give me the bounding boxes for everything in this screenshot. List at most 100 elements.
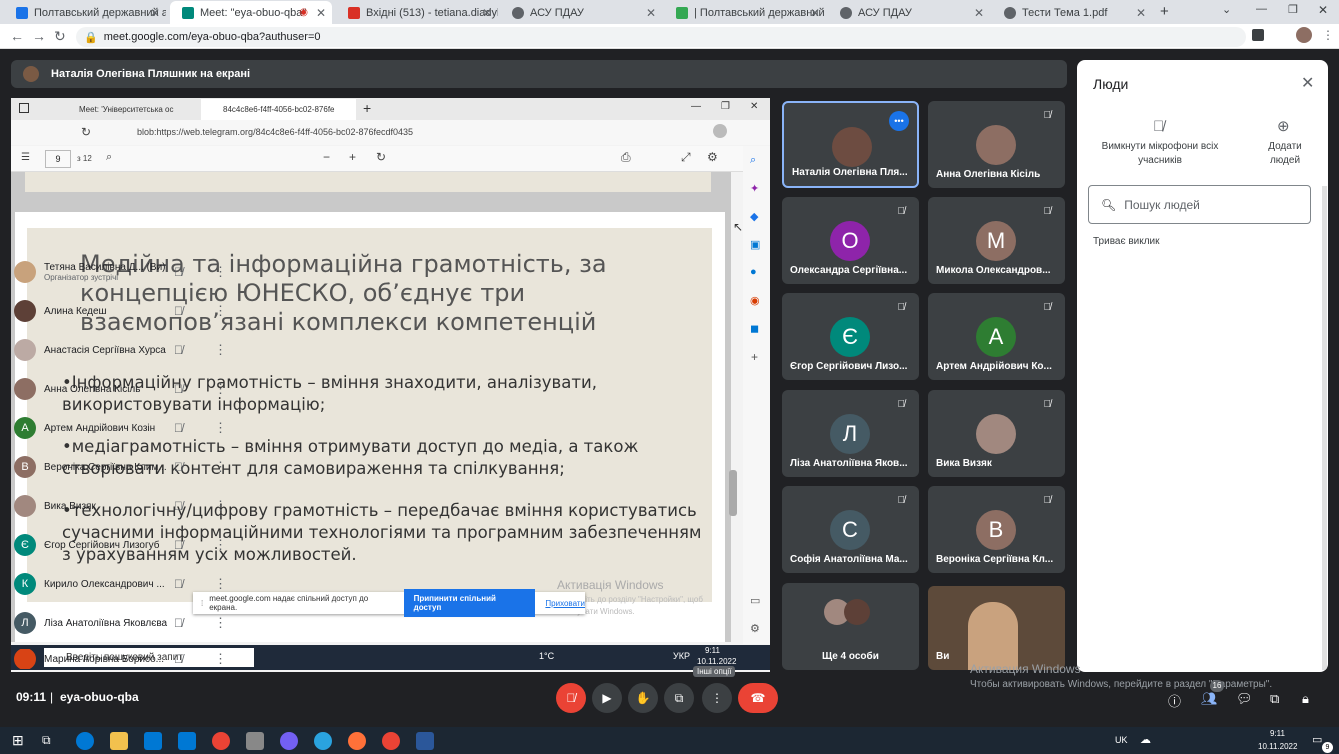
close-icon[interactable]: ✕ (482, 6, 492, 20)
browser-tab[interactable]: АСУ ПДАУ ✕ (828, 1, 990, 24)
store-icon[interactable] (144, 732, 162, 750)
participant-tile[interactable]: В 🎙̸ Вероніка Сергіївна Кл... (928, 486, 1065, 573)
viber-icon[interactable] (280, 732, 298, 750)
mute-all-button[interactable]: Вимкнути мікрофони всіх учасників (1097, 140, 1223, 168)
host-controls-icon[interactable]: 🔒︎ (1302, 691, 1309, 707)
mic-toggle-button[interactable]: 🎙̸ (556, 683, 586, 713)
self-view-tile[interactable]: Ви (928, 586, 1065, 670)
telegram-icon[interactable] (314, 732, 332, 750)
tab-search-icon[interactable]: ⌄ (1222, 3, 1231, 16)
more-vert-icon[interactable]: ⋮ (214, 459, 227, 475)
system-clock[interactable]: 9:11 (1270, 729, 1285, 738)
participant-tile[interactable]: ••• Наталія Олегівна Пля... (782, 101, 919, 188)
chrome-icon[interactable] (382, 732, 400, 750)
new-tab-button[interactable]: + (1160, 3, 1169, 20)
browser-tab[interactable]: АСУ ПДАУ ✕ (500, 1, 662, 24)
language-indicator[interactable]: UK (1115, 735, 1128, 745)
more-vert-icon[interactable]: ⋮ (214, 498, 227, 514)
close-icon[interactable]: ✕ (810, 6, 820, 20)
browser-tab[interactable]: | Полтавський державний агра✕ (664, 1, 826, 24)
app-icon[interactable] (246, 732, 264, 750)
more-options-icon[interactable]: ••• (889, 111, 909, 131)
mic-off-icon[interactable]: 🎙̸ (174, 577, 183, 591)
participant-tile[interactable]: О 🎙̸ Олександра Сергіївна... (782, 197, 919, 284)
back-icon[interactable]: ← (10, 28, 24, 44)
onedrive-icon[interactable]: ☁ (1140, 733, 1151, 746)
browser-tab-active[interactable]: Meet: "eya-obuo-qba" ◉ ✕ (170, 1, 332, 24)
more-options-button[interactable]: ⋮ (702, 683, 732, 713)
restore-button[interactable]: ❐ (1288, 3, 1298, 16)
close-icon[interactable]: ✕ (316, 6, 326, 20)
camera-toggle-button[interactable]: ▶ (592, 683, 622, 713)
chat-icon[interactable]: 💬︎ (1236, 691, 1253, 707)
forward-icon[interactable]: → (32, 28, 46, 44)
menu-icon[interactable]: ⋮ (1322, 28, 1334, 42)
reload-icon[interactable]: ↻ (54, 28, 66, 45)
system-date[interactable]: 10.11.2022 (1258, 742, 1297, 751)
more-vert-icon[interactable]: ⋮ (214, 651, 227, 667)
more-vert-icon[interactable]: ⋮ (214, 303, 227, 319)
notifications-icon[interactable]: ▭ (1312, 733, 1322, 746)
close-window-button[interactable]: ✕ (1318, 3, 1328, 17)
close-panel-button[interactable]: ✕ (1301, 73, 1314, 93)
participant-tile[interactable]: Є 🎙̸ Єгор Сергійович Лизо... (782, 293, 919, 380)
participant-row[interactable]: Алина Кедеш 🎙̸ ⋮ (14, 298, 236, 324)
participant-row[interactable]: Анастасія Сергіївна Хурса 🎙̸ ⋮ (14, 337, 236, 363)
mic-off-icon[interactable]: 🎙̸ (174, 460, 183, 474)
participant-tile[interactable]: А 🎙̸ Артем Андрійович Ко... (928, 293, 1065, 380)
mic-off-icon[interactable]: 🎙̸ (174, 421, 183, 435)
task-view-icon[interactable]: ⧉ (42, 733, 51, 748)
more-vert-icon[interactable]: ⋮ (214, 342, 227, 358)
add-people-button[interactable]: Додати людей (1263, 140, 1307, 168)
mic-off-icon[interactable]: 🎙̸ (174, 499, 183, 513)
raise-hand-button[interactable]: ✋ (628, 683, 658, 713)
firefox-icon[interactable] (348, 732, 366, 750)
participant-row[interactable]: А Артем Андрійович Козін 🎙̸ ⋮ (14, 415, 236, 441)
participant-tile[interactable]: Л 🎙̸ Ліза Анатоліївна Яков... (782, 390, 919, 477)
participant-row[interactable]: Тетяна Василівна Д... (Ви) Організатор зу… (14, 259, 236, 285)
mic-off-icon[interactable]: 🎙̸ (174, 538, 183, 552)
participant-row[interactable]: Марина Ігорівна Борисо... 🎙̸ ⋮ (14, 649, 236, 669)
word-icon[interactable] (416, 732, 434, 750)
mail-icon[interactable] (178, 732, 196, 750)
participant-row[interactable]: Вика Визяк 🎙̸ ⋮ (14, 493, 236, 519)
participant-row[interactable]: В Вероніка Сергіївна Клим... 🎙̸ ⋮ (14, 454, 236, 480)
mic-off-icon[interactable]: 🎙̸ (174, 343, 183, 357)
mic-off-icon[interactable]: 🎙̸ (174, 382, 183, 396)
close-icon[interactable]: ✕ (1136, 6, 1146, 20)
search-people-input[interactable]: 🔍︎ Пошук людей (1088, 185, 1311, 224)
edge-icon[interactable] (76, 732, 94, 750)
close-icon[interactable]: ✕ (974, 6, 984, 20)
browser-tab[interactable]: Полтавський державний аграр✕ (4, 1, 166, 24)
info-icon[interactable]: ⓘ (1168, 691, 1181, 710)
more-vert-icon[interactable]: ⋮ (214, 264, 227, 280)
file-explorer-icon[interactable] (110, 732, 128, 750)
profile-avatar[interactable] (1296, 27, 1312, 43)
more-participants-tile[interactable]: Ще 4 особи (782, 583, 919, 670)
more-vert-icon[interactable]: ⋮ (214, 420, 227, 436)
more-vert-icon[interactable]: ⋮ (214, 537, 227, 553)
leave-call-button[interactable]: ☎ (738, 683, 778, 713)
participant-tile[interactable]: 🎙̸ Вика Визяк (928, 390, 1065, 477)
windows-start-icon[interactable]: ⊞ (12, 732, 24, 749)
participant-tile[interactable]: М 🎙̸ Микола Олександров... (928, 197, 1065, 284)
participant-row[interactable]: Анна Олегівна Кісіль 🎙̸ ⋮ (14, 376, 236, 402)
people-icon[interactable]: 👥︎ (1201, 691, 1218, 707)
browser-tab[interactable]: Вхідні (513) - tetiana.diadyk@p✕ (336, 1, 498, 24)
close-icon[interactable]: ✕ (150, 6, 160, 20)
more-vert-icon[interactable]: ⋮ (214, 381, 227, 397)
minimize-button[interactable]: — (1256, 3, 1267, 15)
add-person-icon[interactable]: ⊕ (1277, 117, 1290, 135)
extensions-icon[interactable] (1252, 29, 1264, 41)
participant-row[interactable]: Л Ліза Анатоліївна Яковлєва 🎙̸ ⋮ (14, 610, 236, 636)
close-icon[interactable]: ✕ (646, 6, 656, 20)
participant-row[interactable]: К Кирило Олександрович ... 🎙̸ ⋮ (14, 571, 236, 597)
participant-tile[interactable]: 🎙̸ Анна Олегівна Кісіль (928, 101, 1065, 188)
present-button[interactable]: ⧉ (664, 683, 694, 713)
mic-off-icon[interactable]: 🎙̸ (174, 616, 183, 630)
mic-off-icon[interactable]: 🎙̸ (174, 304, 183, 318)
more-vert-icon[interactable]: ⋮ (214, 615, 227, 631)
mic-off-icon[interactable]: 🎙̸ (174, 265, 183, 279)
participant-tile[interactable]: С 🎙̸ Софія Анатоліївна Ма... (782, 486, 919, 573)
participant-row[interactable]: Є Єгор Сергійович Лизогуб 🎙̸ ⋮ (14, 532, 236, 558)
